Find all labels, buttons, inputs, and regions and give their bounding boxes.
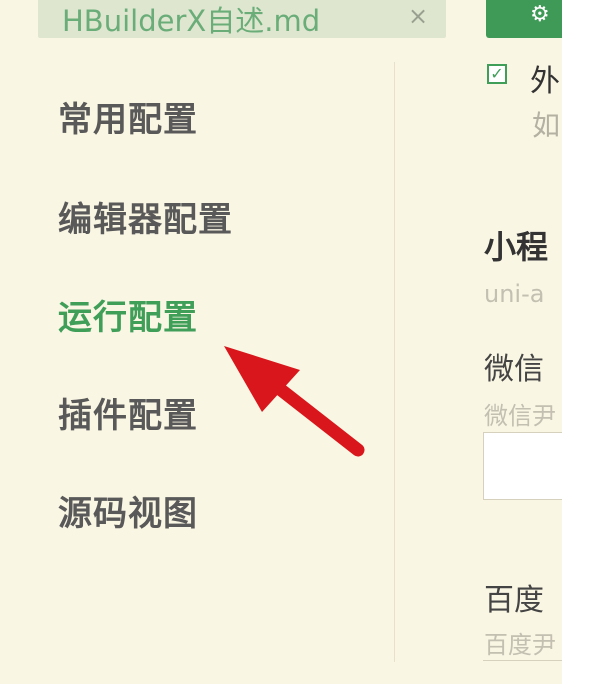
checkbox-label: 外 [530, 64, 560, 99]
baidu-label: 百度 [484, 583, 544, 618]
wechat-label: 微信 [484, 352, 544, 387]
gear-icon: ⚙ [530, 2, 550, 27]
wechat-hint: 微信尹 [484, 402, 556, 430]
sidebar-item-run[interactable]: 运行配置 [58, 290, 198, 339]
external-checkbox[interactable]: ✓ [487, 64, 507, 84]
section-subtitle: uni-a [484, 280, 545, 308]
settings-button[interactable]: ⚙ [486, 0, 562, 38]
tab-title: HBuilderX自述.md [62, 4, 321, 38]
section-title: 小程 [484, 228, 549, 266]
settings-window: HBuilderX自述.md × ⚙ 常用配置 编辑器配置 运行配置 插件配置 … [0, 0, 562, 684]
baidu-hint: 百度尹 [484, 631, 556, 659]
editor-tab[interactable]: HBuilderX自述.md × [38, 0, 446, 38]
screen-edge [562, 0, 593, 684]
sidebar-item-editor[interactable]: 编辑器配置 [58, 192, 233, 241]
wechat-path-input[interactable] [483, 432, 562, 500]
sidebar-divider [394, 62, 395, 662]
sidebar-item-source-view[interactable]: 源码视图 [58, 486, 198, 535]
close-icon[interactable]: × [408, 2, 428, 30]
sidebar-item-common[interactable]: 常用配置 [58, 92, 198, 141]
checkbox-hint: 如 [532, 109, 561, 142]
sidebar-item-plugins[interactable]: 插件配置 [58, 388, 198, 437]
baidu-path-input[interactable] [483, 660, 562, 684]
